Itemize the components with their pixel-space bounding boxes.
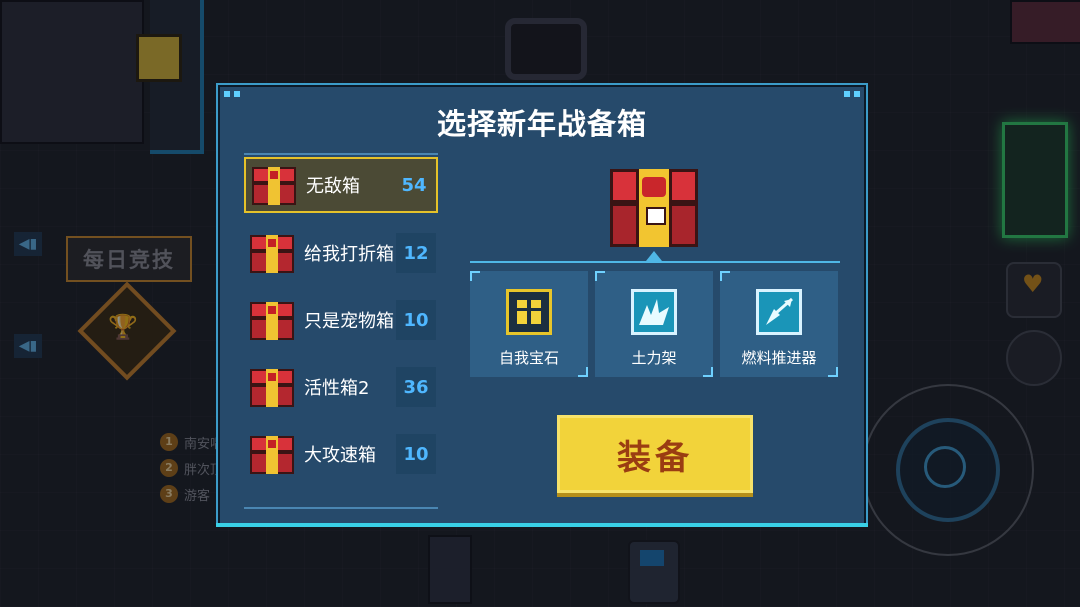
chest-count: 12 <box>396 233 436 273</box>
skill-card[interactable]: 自我宝石 <box>470 271 588 377</box>
chest-icon <box>252 165 296 205</box>
gem-box-icon <box>506 289 552 335</box>
corner-decor <box>234 91 240 97</box>
chest-item[interactable]: 只是宠物箱 10 <box>244 292 438 348</box>
dialog-bottom-frame <box>216 501 868 527</box>
chest-count: 54 <box>401 174 427 196</box>
chest-count: 10 <box>396 434 436 474</box>
lock-icon <box>646 207 666 225</box>
corner-decor <box>224 91 230 97</box>
chest-icon <box>250 300 294 340</box>
rat-emblem-icon <box>642 177 666 197</box>
chest-item[interactable]: 给我打折箱 12 <box>244 225 438 281</box>
chest-count: 36 <box>396 367 436 407</box>
skill-card[interactable]: 土力架 <box>595 271 713 377</box>
pointer-triangle <box>646 251 662 261</box>
chest-item[interactable]: 活性箱2 36 <box>244 359 438 415</box>
chest-select-dialog: 选择新年战备箱 无敌箱 54 给我打折箱 12 只是宠物箱 10 活性箱2 36… <box>216 83 868 527</box>
skill-label: 土力架 <box>631 349 677 367</box>
chest-name: 给我打折箱 <box>304 244 394 265</box>
equip-button[interactable]: 装备 <box>557 415 753 493</box>
dialog-title: 选择新年战备箱 <box>436 107 647 141</box>
chest-name: 只是宠物箱 <box>304 311 394 332</box>
thruster-icon <box>756 289 802 335</box>
chest-count: 10 <box>396 300 436 340</box>
chest-icon <box>250 233 294 273</box>
chest-icon <box>250 367 294 407</box>
selected-chest-preview <box>610 169 698 247</box>
burst-icon <box>631 289 677 335</box>
chest-item[interactable]: 大攻速箱 10 <box>244 426 438 482</box>
chest-name: 活性箱2 <box>304 378 370 399</box>
chest-list: 无敌箱 54 给我打折箱 12 只是宠物箱 10 活性箱2 36 大攻速箱 10 <box>244 153 438 509</box>
corner-decor <box>844 91 850 97</box>
skill-label: 燃料推进器 <box>741 349 817 367</box>
skill-card[interactable]: 燃料推进器 <box>720 271 838 377</box>
corner-decor <box>854 91 860 97</box>
preview-divider <box>470 261 840 263</box>
chest-icon <box>250 434 294 474</box>
chest-item[interactable]: 无敌箱 54 <box>244 157 438 213</box>
chest-name: 大攻速箱 <box>304 445 376 466</box>
skill-label: 自我宝石 <box>498 349 559 367</box>
chest-name: 无敌箱 <box>306 176 360 197</box>
